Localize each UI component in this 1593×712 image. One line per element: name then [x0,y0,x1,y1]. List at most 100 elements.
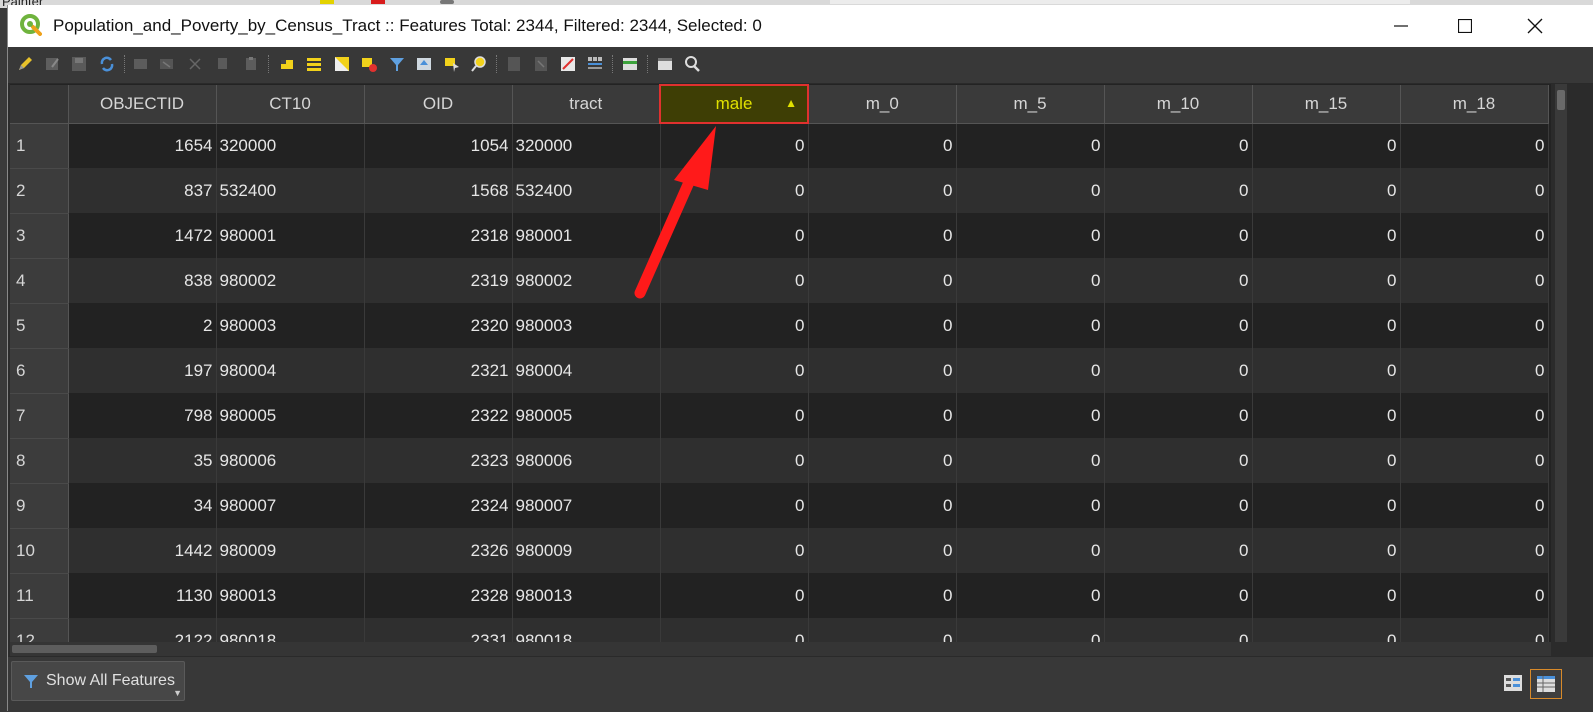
table-cell-objectid[interactable]: 1654 [68,123,217,168]
row-number[interactable]: 12 [10,618,69,642]
table-cell-m_10[interactable]: 0 [1104,348,1253,393]
table-cell-oid[interactable]: 1568 [364,168,513,213]
table-cell-m_15[interactable]: 0 [1252,393,1401,438]
table-cell-m_0[interactable]: 0 [808,393,957,438]
table-cell-male[interactable]: 0 [660,618,809,642]
table-cell-m_10[interactable]: 0 [1104,168,1253,213]
table-cell-m_18[interactable]: 0 [1400,573,1549,618]
table-cell-oid[interactable]: 2331 [364,618,513,642]
table-cell-m_15[interactable]: 0 [1252,258,1401,303]
table-cell-m_0[interactable]: 0 [808,483,957,528]
table-cell-m_18[interactable]: 0 [1400,213,1549,258]
table-cell-m_18[interactable]: 0 [1400,618,1549,642]
table-cell-tract[interactable]: 980013 [512,573,661,618]
row-number[interactable]: 2 [10,168,69,214]
table-cell-objectid[interactable]: 1442 [68,528,217,573]
dock-icon[interactable] [656,55,674,73]
row-number[interactable]: 6 [10,348,69,394]
table-cell-m_18[interactable]: 0 [1400,393,1549,438]
table-cell-m_18[interactable]: 0 [1400,348,1549,393]
table-cell-male[interactable]: 0 [660,483,809,528]
table-row[interactable]: 5 2 980003 2320 980003 0 0 0 0 0 0 [10,303,1549,349]
table-cell-m_0[interactable]: 0 [808,618,957,642]
column-header-m_10[interactable]: m_10 [1104,85,1253,124]
table-cell-objectid[interactable]: 35 [68,438,217,483]
table-cell-m_15[interactable]: 0 [1252,303,1401,348]
table-cell-m_5[interactable]: 0 [956,483,1105,528]
table-cell-oid[interactable]: 1054 [364,123,513,168]
table-cell-m_18[interactable]: 0 [1400,483,1549,528]
table-cell-m_15[interactable]: 0 [1252,618,1401,642]
table-cell-objectid[interactable]: 1472 [68,213,217,258]
table-cell-tract[interactable]: 532400 [512,168,661,213]
column-header-tract[interactable]: tract [512,85,661,124]
table-row[interactable]: 9 34 980007 2324 980007 0 0 0 0 0 0 [10,483,1549,529]
table-cell-m_15[interactable]: 0 [1252,348,1401,393]
table-cell-m_5[interactable]: 0 [956,213,1105,258]
table-cell-m_18[interactable]: 0 [1400,303,1549,348]
table-cell-objectid[interactable]: 34 [68,483,217,528]
table-cell-male[interactable]: 0 [660,303,809,348]
row-number[interactable]: 1 [10,123,69,169]
pan-to-selection-icon[interactable] [443,55,461,73]
table-cell-m_15[interactable]: 0 [1252,168,1401,213]
table-cell-m_5[interactable]: 0 [956,123,1105,168]
save-icon[interactable] [70,55,88,73]
minimize-button[interactable] [1366,5,1436,47]
table-row[interactable]: 10 1442 980009 2326 980009 0 0 0 0 0 0 [10,528,1549,574]
table-cell-ct10[interactable]: 980004 [216,348,365,393]
close-button[interactable] [1500,5,1570,47]
table-cell-ct10[interactable]: 980002 [216,258,365,303]
table-cell-m_10[interactable]: 0 [1104,213,1253,258]
table-row[interactable]: 8 35 980006 2323 980006 0 0 0 0 0 0 [10,438,1549,484]
table-cell-m_5[interactable]: 0 [956,618,1105,642]
table-cell-m_10[interactable]: 0 [1104,123,1253,168]
table-cell-tract[interactable]: 980001 [512,213,661,258]
table-cell-m_0[interactable]: 0 [808,213,957,258]
copy-icon[interactable] [214,55,232,73]
table-cell-m_10[interactable]: 0 [1104,618,1253,642]
vertical-scroll-track[interactable] [1555,84,1567,642]
row-number[interactable]: 3 [10,213,69,259]
table-cell-m_5[interactable]: 0 [956,438,1105,483]
table-cell-oid[interactable]: 2320 [364,303,513,348]
table-cell-oid[interactable]: 2326 [364,528,513,573]
row-number[interactable]: 8 [10,438,69,484]
table-cell-ct10[interactable]: 980001 [216,213,365,258]
horizontal-scroll-thumb[interactable] [12,645,157,653]
table-cell-oid[interactable]: 2318 [364,213,513,258]
select-all-icon[interactable] [305,55,323,73]
edit-pencil-icon[interactable] [16,55,34,73]
column-header-m_0[interactable]: m_0 [808,85,957,124]
table-cell-m_18[interactable]: 0 [1400,258,1549,303]
table-cell-m_0[interactable]: 0 [808,303,957,348]
table-cell-ct10[interactable]: 980007 [216,483,365,528]
move-selection-to-top-icon[interactable] [415,55,433,73]
horizontal-scrollbar[interactable] [10,642,1551,656]
table-cell-m_0[interactable]: 0 [808,348,957,393]
table-cell-m_0[interactable]: 0 [808,258,957,303]
table-cell-objectid[interactable]: 837 [68,168,217,213]
new-field-icon[interactable] [505,55,523,73]
form-view-button[interactable] [1498,669,1528,697]
row-number[interactable]: 10 [10,528,69,574]
table-cell-m_5[interactable]: 0 [956,393,1105,438]
table-row[interactable]: 6 197 980004 2321 980004 0 0 0 0 0 0 [10,348,1549,394]
column-header-m_18[interactable]: m_18 [1400,85,1549,124]
table-cell-m_10[interactable]: 0 [1104,393,1253,438]
table-cell-ct10[interactable]: 980013 [216,573,365,618]
table-cell-male[interactable]: 0 [660,258,809,303]
zoom-to-selection-icon[interactable] [470,55,488,73]
table-cell-male[interactable]: 0 [660,348,809,393]
table-cell-m_5[interactable]: 0 [956,573,1105,618]
table-cell-ct10[interactable]: 532400 [216,168,365,213]
table-cell-m_15[interactable]: 0 [1252,483,1401,528]
table-cell-objectid[interactable]: 2 [68,303,217,348]
table-cell-m_5[interactable]: 0 [956,168,1105,213]
table-cell-m_10[interactable]: 0 [1104,303,1253,348]
table-row[interactable]: 1 1654 320000 1054 320000 0 0 0 0 0 0 [10,123,1549,169]
table-cell-m_18[interactable]: 0 [1400,168,1549,213]
table-view-button[interactable] [1530,669,1562,699]
table-cell-m_18[interactable]: 0 [1400,123,1549,168]
table-cell-male[interactable]: 0 [660,438,809,483]
